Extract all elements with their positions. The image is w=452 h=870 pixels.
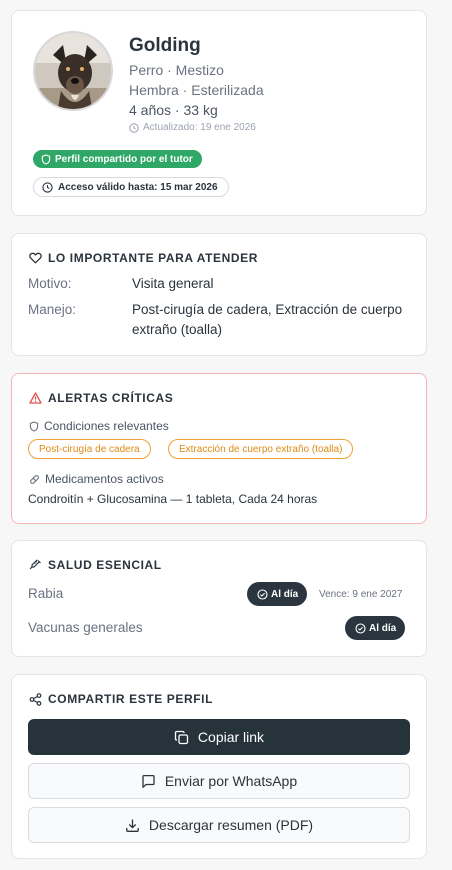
health-section-title: SALUD ESENCIAL bbox=[29, 558, 162, 572]
download-pdf-button[interactable]: Descargar resumen (PDF) bbox=[28, 807, 410, 843]
message-icon bbox=[141, 774, 156, 789]
download-icon bbox=[125, 818, 140, 833]
reason-value: Visita general bbox=[132, 276, 214, 291]
conditions-subtitle-text: Condiciones relevantes bbox=[44, 419, 169, 433]
reason-label: Motivo: bbox=[28, 276, 72, 291]
shared-badge-label: Perfil compartido por el tutor bbox=[55, 153, 193, 165]
vaccine-name: Vacunas generales bbox=[28, 620, 143, 635]
shared-by-tutor-badge: Perfil compartido por el tutor bbox=[33, 150, 202, 168]
access-badge-label: Acceso válido hasta: 15 mar 2026 bbox=[58, 181, 218, 193]
important-section-title: LO IMPORTANTE PARA ATENDER bbox=[29, 251, 258, 265]
profile-card: Golding Perro · Mestizo Hembra · Esteril… bbox=[11, 10, 427, 216]
share-icon bbox=[29, 692, 42, 706]
medications-subtitle-text: Medicamentos activos bbox=[45, 472, 164, 486]
access-valid-badge: Acceso válido hasta: 15 mar 2026 bbox=[33, 177, 229, 197]
copy-icon bbox=[174, 730, 189, 745]
updated-text: Actualizado: 19 ene 2026 bbox=[143, 122, 256, 133]
clock-icon bbox=[129, 122, 139, 133]
pet-name: Golding bbox=[129, 35, 201, 56]
whatsapp-button[interactable]: Enviar por WhatsApp bbox=[28, 763, 410, 799]
pet-sex-status: Hembra · Esterilizada bbox=[129, 82, 264, 98]
handling-value: Post-cirugía de cadera, Extracción de cu… bbox=[132, 302, 403, 337]
clock-icon bbox=[42, 181, 53, 193]
condition-chip: Post-cirugía de cadera bbox=[28, 439, 151, 459]
status-text: Al día bbox=[369, 622, 397, 634]
condition-chip: Extracción de cuerpo extraño (toalla) bbox=[168, 439, 354, 459]
check-circle-icon bbox=[257, 588, 268, 600]
alerts-section-title: ALERTAS CRÍTICAS bbox=[29, 391, 173, 405]
warning-triangle-icon bbox=[29, 392, 42, 404]
updated-line: Actualizado: 19 ene 2026 bbox=[129, 122, 256, 133]
shield-icon bbox=[41, 153, 51, 165]
heart-icon bbox=[29, 252, 42, 264]
syringe-icon bbox=[29, 558, 42, 572]
status-badge: Al día bbox=[345, 616, 406, 640]
pet-species-breed: Perro · Mestizo bbox=[129, 62, 224, 78]
pet-age-weight: 4 años · 33 kg bbox=[129, 102, 218, 118]
pet-avatar bbox=[33, 31, 113, 111]
copy-link-button[interactable]: Copiar link bbox=[28, 719, 410, 755]
essential-health-card: SALUD ESENCIAL Rabia Al día Vence: 9 ene… bbox=[11, 540, 427, 657]
share-profile-card: COMPARTIR ESTE PERFIL Copiar link Enviar… bbox=[11, 674, 427, 859]
vaccine-name: Rabia bbox=[28, 586, 64, 601]
medications-subtitle: Medicamentos activos bbox=[29, 472, 164, 486]
copy-link-label: Copiar link bbox=[197, 729, 265, 745]
alerts-title-text: ALERTAS CRÍTICAS bbox=[48, 391, 174, 405]
shield-icon bbox=[29, 420, 39, 432]
important-card: LO IMPORTANTE PARA ATENDER Motivo: Visit… bbox=[11, 233, 427, 356]
important-title-text: LO IMPORTANTE PARA ATENDER bbox=[48, 251, 259, 265]
check-circle-icon bbox=[355, 622, 366, 634]
share-section-title: COMPARTIR ESTE PERFIL bbox=[29, 692, 213, 706]
health-title-text: SALUD ESENCIAL bbox=[48, 558, 162, 572]
active-medication: Condroitín + Glucosamina — 1 tableta, Ca… bbox=[28, 492, 318, 506]
vaccine-expiry: Vence: 9 ene 2027 bbox=[319, 589, 403, 600]
download-pdf-label: Descargar resumen (PDF) bbox=[148, 817, 314, 833]
whatsapp-label: Enviar por WhatsApp bbox=[164, 773, 298, 789]
handling-label: Manejo: bbox=[28, 302, 77, 317]
status-text: Al día bbox=[271, 588, 299, 600]
status-badge: Al día bbox=[247, 582, 308, 606]
critical-alerts-card: ALERTAS CRÍTICAS Condiciones relevantes … bbox=[11, 373, 427, 524]
pill-icon bbox=[29, 474, 40, 485]
share-title-text: COMPARTIR ESTE PERFIL bbox=[48, 692, 214, 706]
conditions-subtitle: Condiciones relevantes bbox=[29, 419, 169, 433]
